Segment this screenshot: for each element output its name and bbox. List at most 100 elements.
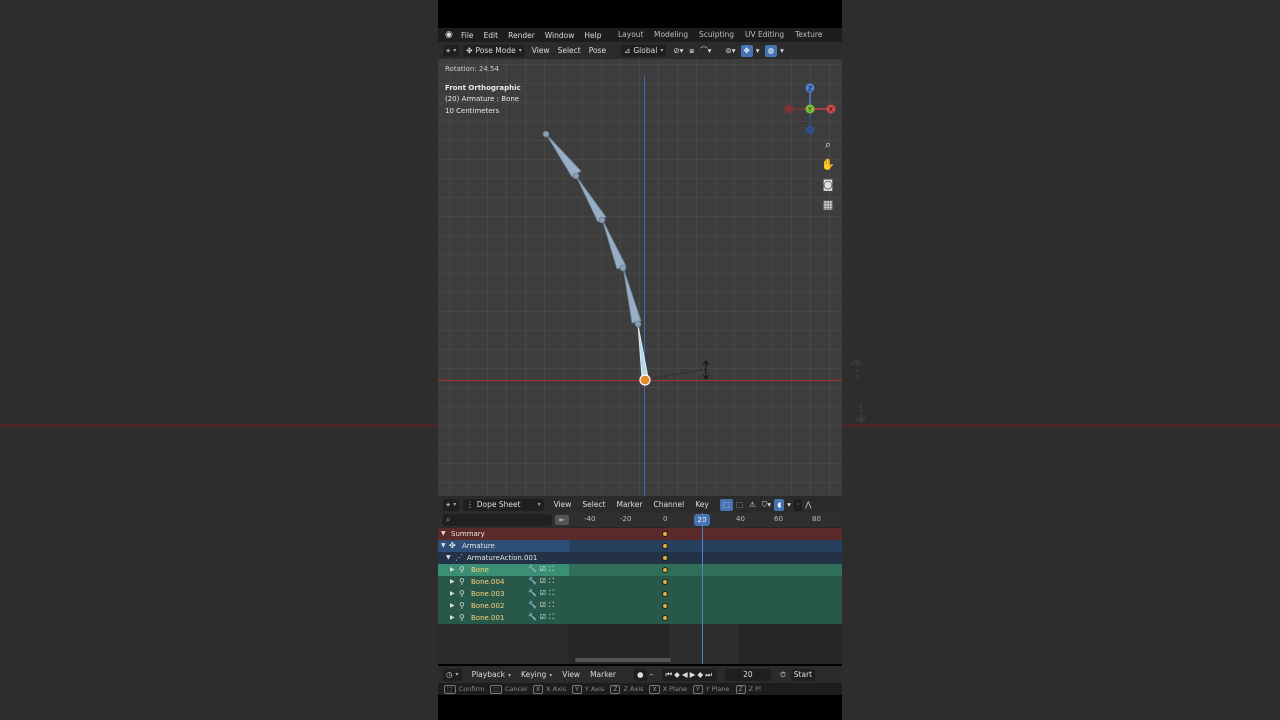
preview-range-icon[interactable]: ⏱ (777, 669, 789, 681)
expand-triangle-icon[interactable]: ▶ (450, 612, 455, 624)
keyframe[interactable] (662, 579, 668, 585)
expand-triangle-icon[interactable]: ▶ (450, 564, 455, 576)
blender-logo-icon[interactable]: ◉ (445, 30, 455, 40)
tab-modeling[interactable]: Modeling (654, 28, 688, 42)
expand-triangle-icon[interactable]: ▶ (450, 576, 455, 588)
menu-file[interactable]: File (461, 31, 474, 40)
expand-triangle-icon[interactable]: ▼ (446, 552, 451, 564)
proportional-falloff-icon[interactable]: ⋀ (802, 499, 814, 511)
dope-menu-select[interactable]: Select (582, 500, 605, 509)
channel-row-summary[interactable]: ▼ Summary (438, 528, 842, 540)
playback-controls[interactable]: ⏮ ◆ ◀ ▶ ◆ ⏭ (662, 668, 717, 681)
horizontal-scrollbar[interactable] (575, 658, 671, 662)
only-errors-icon[interactable]: ⚠ (746, 499, 759, 511)
channel-toggles[interactable]: 🔧☑⛶ (528, 565, 557, 575)
viewport-menu-select[interactable]: Select (555, 45, 584, 57)
viewport-menu-view[interactable]: View (529, 45, 553, 57)
channel-row-bone-001[interactable]: ▶ ⚲ Bone.001 🔧☑⛶ (438, 612, 842, 624)
dope-sheet-body[interactable]: ▼ Summary ▼ ✤ Armature ▼ ⋰ ArmatureActio… (438, 527, 842, 664)
channel-row-bone-002[interactable]: ▶ ⚲ Bone.002 🔧☑⛶ (438, 600, 842, 612)
timeline-playback-menu[interactable]: Playback ▾ (472, 670, 511, 679)
timeline-view-menu[interactable]: View (562, 670, 580, 679)
jump-end-icon[interactable]: ⏭ (705, 670, 714, 680)
keyframe[interactable] (662, 615, 668, 621)
editor-type-dopesheet-icon[interactable]: ⌖ ▾ (443, 498, 460, 511)
editor-type-timeline-icon[interactable]: ◷ ▾ (443, 668, 462, 681)
jump-start-icon[interactable]: ⏮ (665, 670, 674, 680)
snapping-dropdown-icon[interactable]: ▾ (784, 499, 794, 511)
gizmo-dropdown-icon[interactable]: ▾ (753, 45, 763, 57)
menu-help[interactable]: Help (584, 31, 601, 40)
keying-set-icon[interactable]: – (647, 669, 657, 681)
play-reverse-icon[interactable]: ◀ (682, 670, 690, 679)
mode-select[interactable]: ✤ Pose Mode ▾ (463, 44, 525, 57)
show-hidden-icon[interactable]: ⬚ (733, 499, 746, 511)
camera-icon[interactable]: ◙ (820, 177, 836, 193)
keyframe[interactable] (662, 543, 668, 549)
viewport-3d[interactable]: Rotation: 24.54 Front Orthographic (20) … (438, 59, 842, 496)
playhead-line[interactable] (702, 513, 703, 664)
bone-joint (598, 216, 606, 224)
play-icon[interactable]: ▶ (690, 670, 698, 679)
grid-view-icon[interactable]: ▦ (820, 197, 836, 213)
channel-row-bone[interactable]: ▶ ⚲ Bone 🔧☑⛶ (438, 564, 842, 576)
overlay-toggle-icon[interactable]: ◍ (764, 44, 778, 57)
channel-row-bone-004[interactable]: ▶ ⚲ Bone.004 🔧☑⛶ (438, 576, 842, 588)
dope-menu-view[interactable]: View (554, 500, 572, 509)
prev-keyframe-icon[interactable]: ◆ (674, 670, 682, 679)
keyframe[interactable] (662, 555, 668, 561)
navigation-gizmo[interactable]: Z X Y (782, 81, 838, 137)
start-frame-field[interactable]: Start (790, 668, 816, 681)
snap-icon[interactable]: ⧆ (686, 45, 697, 57)
tab-texture-paint[interactable]: Texture Paint (795, 28, 842, 53)
swap-icon[interactable]: ⇤ (555, 515, 569, 525)
expand-triangle-icon[interactable]: ▶ (450, 588, 455, 600)
channel-toggles[interactable]: 🔧☑⛶ (528, 613, 557, 623)
overlay-dropdown-icon[interactable]: ▾ (777, 45, 787, 57)
keyframe[interactable] (662, 591, 668, 597)
menu-render[interactable]: Render (508, 31, 535, 40)
viewport-menu-pose[interactable]: Pose (586, 45, 609, 57)
visibility-icon[interactable]: ⊚▾ (722, 45, 738, 57)
dope-menu-key[interactable]: Key (695, 500, 709, 509)
channel-toggles[interactable]: 🔧☑⛶ (528, 589, 557, 599)
filter-icon[interactable]: ⛉▾ (759, 499, 774, 511)
next-keyframe-icon[interactable]: ◆ (697, 670, 705, 679)
timeline-keying-menu[interactable]: Keying ▾ (521, 670, 552, 679)
tab-uv-editing[interactable]: UV Editing (745, 28, 784, 42)
menu-window[interactable]: Window (545, 31, 575, 40)
channel-row-bone-003[interactable]: ▶ ⚲ Bone.003 🔧☑⛶ (438, 588, 842, 600)
frame-ruler[interactable]: ⌕ ⇤ -40 -20 0 40 60 80 20 (438, 513, 842, 527)
gizmo-toggle-icon[interactable]: ✥ (740, 44, 753, 57)
pan-hand-icon[interactable]: ✋ (820, 157, 836, 173)
channel-search-input[interactable]: ⌕ (442, 514, 552, 526)
proportional-edit-icon[interactable]: ⌒▾ (697, 45, 714, 57)
channel-toggles[interactable]: 🔧☑⛶ (528, 577, 557, 587)
expand-triangle-icon[interactable]: ▼ (441, 528, 446, 540)
proportional-toggle-icon[interactable]: · (793, 498, 803, 511)
channel-row-armature[interactable]: ▼ ✤ Armature (438, 540, 842, 552)
keyframe[interactable] (662, 603, 668, 609)
dope-sheet-mode-select[interactable]: ⋮ Dope Sheet ▾ (463, 498, 544, 511)
pivot-icon[interactable]: ⊘▾ (670, 45, 686, 57)
dope-menu-channel[interactable]: Channel (653, 500, 684, 509)
auto-keying-icon[interactable]: ● (634, 668, 647, 681)
tab-layout[interactable]: Layout (618, 28, 644, 42)
only-selected-icon[interactable]: ⬚ (719, 498, 733, 511)
keyframe[interactable] (662, 567, 668, 573)
dope-menu-marker[interactable]: Marker (617, 500, 643, 509)
current-frame-field[interactable]: 20 (724, 668, 771, 681)
zoom-icon[interactable]: ⌕ (820, 137, 836, 153)
channel-toggles[interactable]: 🔧☑⛶ (528, 601, 557, 611)
menu-edit[interactable]: Edit (484, 31, 499, 40)
editor-type-3d-icon[interactable]: ⌖ ▾ (443, 44, 460, 57)
snapping-toggle-icon[interactable]: ◖ (774, 498, 785, 511)
tab-sculpting[interactable]: Sculpting (699, 28, 734, 42)
expand-triangle-icon[interactable]: ▶ (450, 600, 455, 612)
timeline-marker-menu[interactable]: Marker (590, 670, 616, 679)
expand-triangle-icon[interactable]: ▼ (441, 540, 446, 552)
background-ghost-arrow-up: ⇡ (846, 355, 868, 385)
transform-orientation-select[interactable]: ⊿ Global ▾ (621, 44, 667, 57)
keyframe[interactable] (662, 531, 668, 537)
channel-row-action[interactable]: ▼ ⋰ ArmatureAction.001 (438, 552, 842, 564)
